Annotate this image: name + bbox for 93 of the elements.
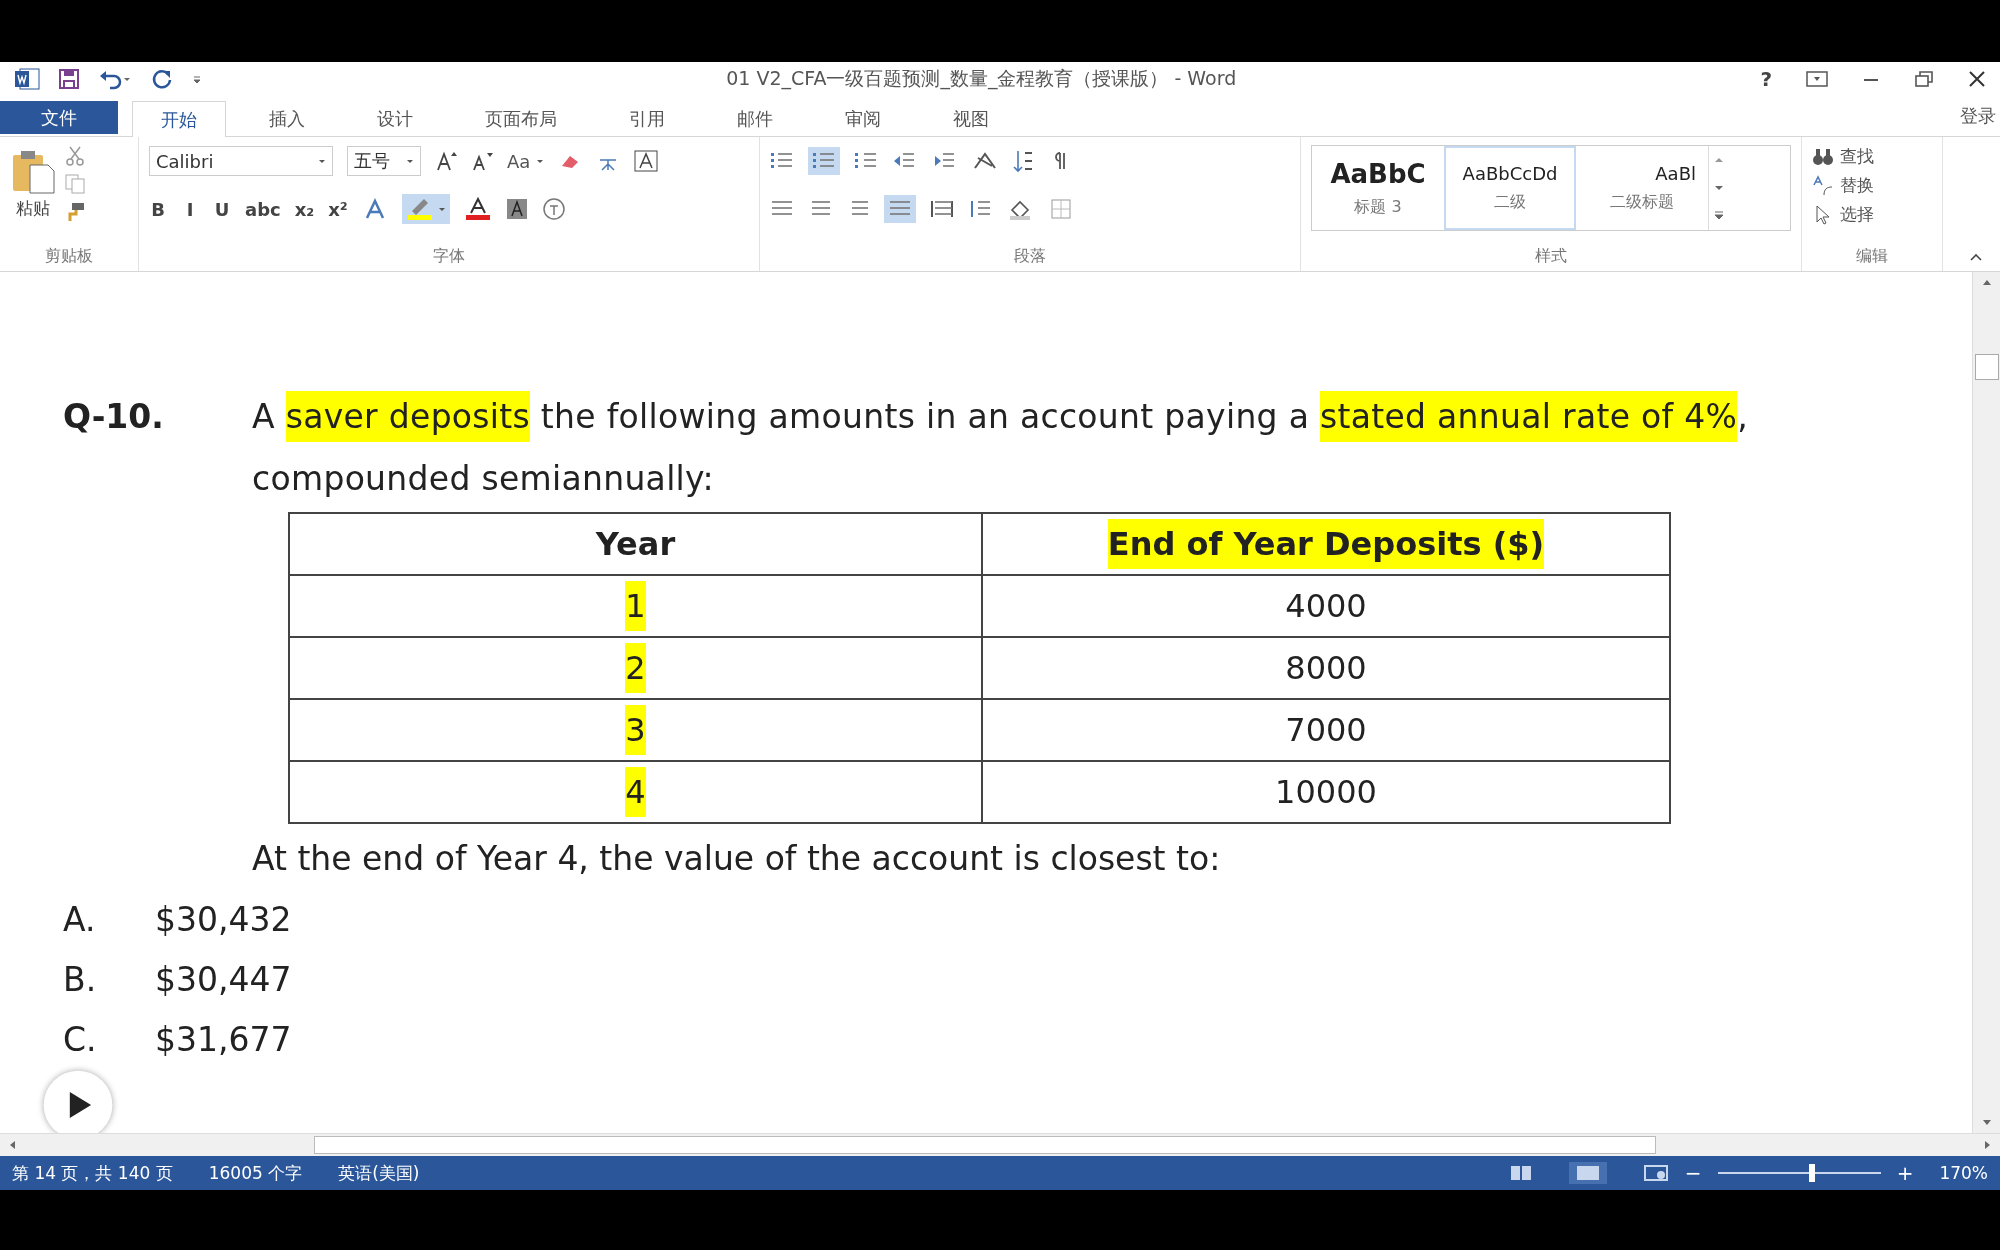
table-cell: 8000 <box>1285 649 1367 687</box>
word-count[interactable]: 16005 个字 <box>208 1161 303 1185</box>
group-label: 样式 <box>1535 245 1567 267</box>
column-header: End of Year Deposits ($) <box>1107 519 1545 569</box>
question-number: Q-10. <box>63 396 165 438</box>
group-label: 剪贴板 <box>45 245 93 267</box>
table-cell: 4000 <box>1285 587 1367 625</box>
close-icon[interactable] <box>1968 70 1986 88</box>
group-label: 编辑 <box>1856 245 1888 267</box>
scroll-thumb[interactable] <box>314 1136 1656 1154</box>
window-title: 01 V2_CFA一级百题预测_数量_金程教育（授课版） - Word <box>725 66 1238 92</box>
format-button[interactable]: x² <box>328 198 348 220</box>
table-cell: 10000 <box>1275 773 1377 811</box>
dropdown-caret-icon[interactable] <box>318 157 326 165</box>
ribbon-tab[interactable]: 页面布局 <box>456 101 586 136</box>
editing-button[interactable]: 选择 <box>1812 203 1932 226</box>
font-color-icon[interactable] <box>463 197 492 221</box>
vertical-scrollbar[interactable] <box>1972 272 2000 1133</box>
word-logo-icon <box>14 68 40 90</box>
ribbon-tab[interactable]: 邮件 <box>708 101 802 136</box>
customize-caret-icon[interactable] <box>192 74 202 84</box>
ribbon-tab[interactable]: 设计 <box>348 101 442 136</box>
zoom-slider-thumb[interactable] <box>1809 1164 1816 1182</box>
ribbon-tab[interactable]: 视图 <box>924 101 1018 136</box>
style-item[interactable]: AaBbC 标题 3 <box>1312 146 1444 230</box>
prompt-text: At the end of Year 4, the value of the account is closest to: <box>251 838 1222 880</box>
paste-button[interactable]: 粘贴 <box>10 141 56 220</box>
character-border-icon[interactable] <box>634 150 659 172</box>
read-mode-icon[interactable] <box>1508 1164 1533 1182</box>
option-letter: A. <box>63 899 97 941</box>
undo-icon[interactable] <box>98 68 132 90</box>
table-cell: 2 <box>625 643 646 693</box>
enclosed-character-icon[interactable] <box>541 197 566 221</box>
option-letter: B. <box>63 959 98 1001</box>
print-layout-icon <box>1574 1164 1601 1182</box>
format-button[interactable]: x₂ <box>294 198 315 220</box>
collapse-ribbon-icon[interactable] <box>1968 251 1984 263</box>
language-indicator[interactable]: 英语(美国) <box>338 1161 420 1185</box>
restore-icon[interactable] <box>1914 70 1934 88</box>
ribbon-tab[interactable]: 插入 <box>240 101 334 136</box>
font-name-field[interactable]: Calibri <box>149 146 333 176</box>
dropdown-caret-icon <box>437 205 446 213</box>
ribbon-tab[interactable]: 引用 <box>600 101 694 136</box>
zoom-in-button[interactable]: + <box>1896 1161 1914 1185</box>
horizontal-scrollbar[interactable] <box>0 1133 2000 1156</box>
shrink-font-icon[interactable] <box>471 150 493 172</box>
numbering-button[interactable] <box>808 147 840 175</box>
format-button[interactable]: U <box>213 198 231 220</box>
redo-icon[interactable] <box>150 68 174 90</box>
table-cell: 1 <box>625 581 646 631</box>
replace-icon <box>1812 174 1834 197</box>
web-layout-icon[interactable] <box>1642 1164 1669 1182</box>
highlighter-icon <box>405 197 434 221</box>
format-button[interactable]: B <box>149 198 167 220</box>
zoom-level[interactable]: 170% <box>1939 1163 1988 1183</box>
highlight-color-button[interactable] <box>401 194 450 224</box>
page-count[interactable]: 第 14 页，共 140 页 <box>12 1161 173 1185</box>
login-link[interactable]: 登录 <box>1960 104 2000 128</box>
save-icon[interactable] <box>58 68 80 90</box>
distributed-icon[interactable] <box>930 198 954 220</box>
table-cell: 7000 <box>1285 711 1367 749</box>
zoom-out-button[interactable]: − <box>1684 1161 1702 1185</box>
group-label: 字体 <box>433 245 465 267</box>
grow-font-icon[interactable] <box>435 150 457 172</box>
file-tab[interactable]: 文件 <box>0 101 118 134</box>
help-button[interactable]: ? <box>1760 67 1772 91</box>
table-cell: 4 <box>625 767 646 817</box>
question-text: A saver deposits the following amounts in an account paying a stated annual rate of 4%, compounded semiannually: <box>252 386 1932 510</box>
editing-button[interactable]: 替换 <box>1812 174 1932 197</box>
print-layout-button[interactable] <box>1568 1162 1607 1184</box>
format-button[interactable]: I <box>181 198 199 220</box>
change-case-button[interactable]: Aa <box>507 150 545 172</box>
scroll-thumb[interactable] <box>1974 354 1999 380</box>
cut-icon[interactable] <box>64 145 86 167</box>
dropdown-caret-icon[interactable] <box>406 157 414 165</box>
option-text: $30,432 <box>155 899 292 941</box>
table-cell: 3 <box>625 705 646 755</box>
character-shading-icon[interactable] <box>505 198 528 220</box>
ribbon-tab[interactable]: 开始 <box>132 101 226 137</box>
option-text: $30,447 <box>155 959 292 1001</box>
option-text: $31,677 <box>155 1019 292 1061</box>
font-size-field[interactable]: 五号 <box>347 146 421 176</box>
editing-button[interactable]: 查找 <box>1812 145 1932 168</box>
ribbon-tab[interactable]: 审阅 <box>816 101 910 136</box>
ribbon-display-icon[interactable] <box>1806 71 1828 87</box>
style-item[interactable]: AaBbCcDd 二级 <box>1444 146 1576 230</box>
column-header: Year <box>595 525 676 563</box>
format-button[interactable]: abc <box>245 198 281 220</box>
style-item[interactable]: AaBl 二级标题 <box>1576 146 1708 230</box>
group-label: 段落 <box>1014 245 1046 267</box>
option-letter: C. <box>63 1019 98 1061</box>
clipboard-icon <box>10 149 56 195</box>
dropdown-caret-icon[interactable] <box>536 157 545 165</box>
